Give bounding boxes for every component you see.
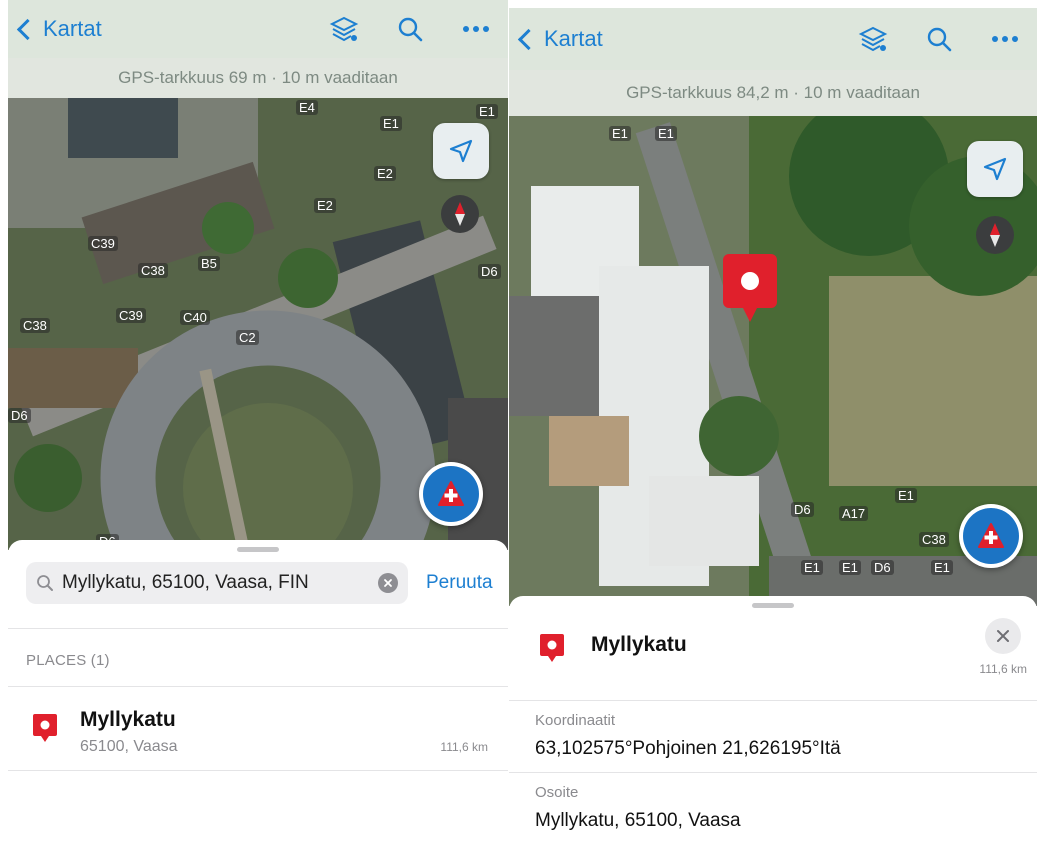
map-view[interactable]: C39C38B5C39C40C38C2D6D6E2E2E1E1E4D6 bbox=[8, 98, 508, 550]
close-icon[interactable] bbox=[985, 618, 1021, 654]
map-sign-label: E1 bbox=[801, 560, 823, 575]
gps-accuracy-text: GPS-tarkkuus 84,2 m · 10 m vaaditaan bbox=[626, 83, 920, 102]
address-value: Myllykatu, 65100, Vaasa bbox=[535, 810, 741, 831]
coordinates-value: 63,102575°Pohjoinen 21,626195°Itä bbox=[535, 738, 841, 759]
cancel-button[interactable]: Peruuta bbox=[426, 572, 493, 594]
add-point-icon bbox=[978, 523, 1004, 548]
result-distance: 111,6 km bbox=[440, 740, 488, 754]
back-label: Kartat bbox=[544, 26, 603, 51]
chevron-left-icon bbox=[16, 18, 39, 41]
search-sheet: Myllykatu, 65100, Vaasa, FIN Peruuta PLA… bbox=[8, 540, 508, 845]
clear-icon[interactable] bbox=[378, 573, 398, 593]
place-detail-sheet: Myllykatu 111,6 km Koordinaatit 63,10257… bbox=[509, 596, 1037, 845]
place-title: Myllykatu bbox=[591, 633, 687, 656]
gps-accuracy-text: GPS-tarkkuus 69 m · 10 m vaaditaan bbox=[118, 68, 398, 87]
nav-bar: Kartat bbox=[509, 8, 1037, 70]
coordinates-label: Koordinaatit bbox=[535, 712, 616, 729]
search-icon bbox=[37, 575, 53, 591]
compass-icon[interactable] bbox=[976, 216, 1014, 254]
back-button[interactable]: Kartat bbox=[16, 16, 102, 42]
result-title: Myllykatu bbox=[80, 708, 176, 731]
map-sign-label: E4 bbox=[296, 100, 318, 115]
map-sign-label: C39 bbox=[116, 308, 146, 323]
sheet-grabber[interactable] bbox=[237, 547, 279, 552]
map-sign-label: E1 bbox=[655, 126, 677, 141]
layers-icon[interactable] bbox=[851, 17, 895, 61]
map-sign-label: C38 bbox=[919, 532, 949, 547]
place-distance: 111,6 km bbox=[979, 662, 1027, 676]
map-view[interactable]: E1 E1 D6 A17 E1 C38 E1 E1 D6 E1 bbox=[509, 116, 1037, 606]
layers-icon[interactable] bbox=[322, 7, 366, 51]
search-icon[interactable] bbox=[917, 17, 961, 61]
map-sign-label: C2 bbox=[236, 330, 259, 345]
divider bbox=[509, 700, 1037, 701]
map-sign-label: C38 bbox=[20, 318, 50, 333]
add-point-button[interactable] bbox=[959, 504, 1023, 568]
back-button[interactable]: Kartat bbox=[517, 26, 603, 52]
sheet-grabber[interactable] bbox=[752, 603, 794, 608]
map-sign-label: E1 bbox=[609, 126, 631, 141]
map-sign-label: E1 bbox=[931, 560, 953, 575]
right-screen: Kartat GPS-tarkkuus 84,2 m · 10 m vaadit… bbox=[509, 0, 1037, 845]
satellite-image bbox=[509, 116, 1037, 606]
map-sign-label: E2 bbox=[374, 166, 396, 181]
more-icon[interactable] bbox=[454, 7, 498, 51]
divider bbox=[8, 770, 508, 771]
add-point-button[interactable] bbox=[419, 462, 483, 526]
add-point-icon bbox=[438, 481, 464, 506]
more-icon[interactable] bbox=[983, 17, 1027, 61]
map-pin-icon bbox=[33, 714, 57, 742]
section-label: PLACES (1) bbox=[26, 652, 110, 669]
search-query: Myllykatu, 65100, Vaasa, FIN bbox=[62, 572, 309, 593]
map-sign-label: C38 bbox=[138, 263, 168, 278]
result-subtitle: 65100, Vaasa bbox=[80, 738, 178, 755]
divider bbox=[509, 772, 1037, 773]
map-sign-label: D6 bbox=[478, 264, 501, 279]
map-sign-label: C40 bbox=[180, 310, 210, 325]
map-sign-label: D6 bbox=[8, 408, 31, 423]
search-input[interactable]: Myllykatu, 65100, Vaasa, FIN bbox=[26, 562, 408, 604]
chevron-left-icon bbox=[517, 28, 540, 51]
list-item[interactable]: Myllykatu 65100, Vaasa 111,6 km bbox=[8, 688, 508, 768]
location-arrow-icon[interactable] bbox=[967, 141, 1023, 197]
map-sign-label: E1 bbox=[380, 116, 402, 131]
nav-bar: Kartat bbox=[8, 0, 508, 58]
map-pin-icon bbox=[540, 634, 564, 662]
map-sign-label: E2 bbox=[314, 198, 336, 213]
divider bbox=[8, 628, 508, 629]
map-sign-label: E1 bbox=[895, 488, 917, 503]
search-icon[interactable] bbox=[388, 7, 432, 51]
gps-accuracy-bar: GPS-tarkkuus 69 m · 10 m vaaditaan bbox=[8, 58, 508, 98]
left-screen: Kartat GPS-tarkkuus 69 m · 10 m vaaditaa… bbox=[8, 0, 508, 845]
back-label: Kartat bbox=[43, 16, 102, 41]
map-sign-label: D6 bbox=[791, 502, 814, 517]
gps-accuracy-bar: GPS-tarkkuus 84,2 m · 10 m vaaditaan bbox=[509, 70, 1037, 116]
location-arrow-icon[interactable] bbox=[433, 123, 489, 179]
map-sign-label: B5 bbox=[198, 256, 220, 271]
map-sign-label: E1 bbox=[476, 104, 498, 119]
map-sign-label: E1 bbox=[839, 560, 861, 575]
map-sign-label: C39 bbox=[88, 236, 118, 251]
map-sign-label: D6 bbox=[871, 560, 894, 575]
divider bbox=[8, 686, 508, 687]
address-label: Osoite bbox=[535, 784, 579, 801]
map-pin-icon[interactable] bbox=[721, 252, 779, 324]
compass-icon[interactable] bbox=[441, 195, 479, 233]
map-sign-label: A17 bbox=[839, 506, 869, 521]
